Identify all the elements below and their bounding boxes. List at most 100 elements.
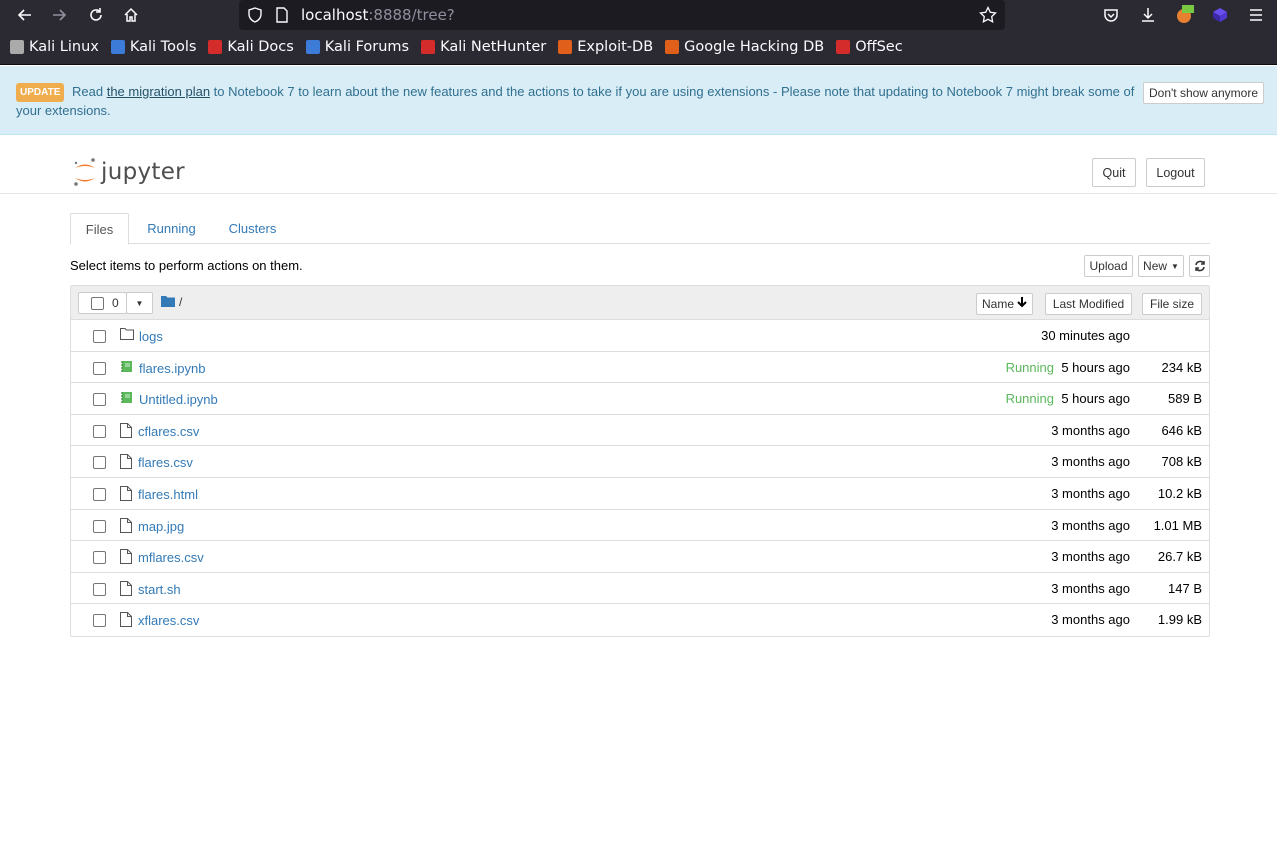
row-checkbox[interactable] — [93, 424, 106, 438]
file-size: 589 B — [1168, 391, 1202, 407]
update-banner: Read the migration plan to Notebook 7 to… — [0, 66, 1277, 135]
select-all-checkbox-group[interactable]: 0 — [78, 292, 127, 314]
page-icon[interactable] — [275, 7, 289, 28]
row-checkbox[interactable] — [93, 551, 106, 565]
last-modified: 3 months ago — [1051, 485, 1130, 501]
arrow-down-icon — [1017, 297, 1027, 311]
select-dropdown-button[interactable]: ▼ — [126, 292, 153, 314]
jupyter-logo[interactable]: jupyter — [73, 157, 185, 187]
last-modified: 5 hours ago — [1061, 359, 1130, 375]
select-all-checkbox[interactable] — [91, 296, 104, 310]
last-modified: 5 hours ago — [1061, 391, 1130, 407]
notebook-icon — [120, 360, 133, 376]
logout-button[interactable]: Logout — [1146, 158, 1205, 187]
sort-by-name-button[interactable]: Name — [976, 293, 1033, 315]
file-row[interactable]: cflares.csv 3 months ago 646 kB — [71, 415, 1209, 447]
download-icon[interactable] — [1133, 0, 1163, 30]
bookmark-item[interactable]: Kali Docs — [208, 39, 294, 55]
upload-button[interactable]: Upload — [1084, 255, 1133, 277]
folder-icon[interactable] — [161, 294, 175, 312]
bookmark-item[interactable]: Kali Tools — [110, 39, 197, 55]
burp-extension-icon[interactable] — [1169, 0, 1199, 30]
file-row[interactable]: start.sh 3 months ago 147 B — [71, 573, 1209, 605]
bookmark-label: Kali Tools — [129, 39, 197, 55]
new-dropdown-button[interactable]: New ▼ — [1138, 255, 1184, 277]
folder-icon — [120, 328, 134, 343]
row-checkbox[interactable] — [93, 361, 106, 375]
sort-by-file-size-button[interactable]: File size — [1142, 293, 1202, 315]
file-size: 234 kB — [1161, 359, 1202, 375]
bookmark-item[interactable]: OffSec — [836, 39, 903, 55]
bookmark-item[interactable]: Kali Linux — [10, 39, 99, 55]
file-name-link[interactable]: logs — [139, 329, 163, 344]
file-row[interactable]: mflares.csv 3 months ago 26.7 kB — [71, 541, 1209, 573]
row-checkbox[interactable] — [93, 330, 106, 343]
tab-files[interactable]: Files — [70, 213, 129, 245]
file-icon — [120, 517, 132, 536]
file-size: 147 B — [1168, 580, 1202, 596]
jupyter-logo-icon — [74, 158, 95, 186]
file-row[interactable]: logs 30 minutes ago — [71, 320, 1209, 352]
file-name-link[interactable]: flares.ipynb — [139, 361, 205, 376]
bookmark-item[interactable]: Exploit-DB — [558, 39, 653, 55]
tab-running[interactable]: Running — [138, 213, 205, 244]
file-name-link[interactable]: xflares.csv — [138, 613, 199, 628]
bookmark-favicon-icon — [558, 40, 573, 54]
last-modified: 3 months ago — [1051, 422, 1130, 438]
update-badge: UPDATE — [16, 83, 65, 102]
quit-button[interactable]: Quit — [1092, 158, 1136, 187]
row-checkbox[interactable] — [93, 393, 106, 407]
file-row[interactable]: Untitled.ipynb Running 5 hours ago 589 B — [71, 383, 1209, 415]
file-name-link[interactable]: mflares.csv — [138, 550, 204, 565]
file-name-link[interactable]: map.jpg — [138, 519, 184, 534]
bookmark-item[interactable]: Kali Forums — [305, 39, 409, 55]
refresh-button[interactable] — [1189, 255, 1210, 277]
pocket-icon[interactable] — [1096, 0, 1126, 30]
file-row[interactable]: flares.ipynb Running 5 hours ago 234 kB — [71, 352, 1209, 384]
forward-arrow-icon[interactable] — [45, 0, 75, 30]
file-size: 1.01 MB — [1153, 517, 1202, 533]
menu-hamburger-icon[interactable] — [1241, 0, 1271, 30]
row-checkbox[interactable] — [93, 614, 106, 628]
file-row[interactable]: flares.html 3 months ago 10.2 kB — [71, 478, 1209, 510]
url-text[interactable]: localhost:8888/tree? — [301, 6, 455, 24]
bookmark-favicon-icon — [665, 40, 680, 54]
bookmark-favicon-icon — [421, 40, 436, 54]
back-arrow-icon[interactable] — [9, 0, 39, 30]
file-size: 10.2 kB — [1157, 485, 1202, 501]
bookmark-favicon-icon — [110, 40, 125, 54]
file-name-link[interactable]: Untitled.ipynb — [139, 392, 218, 407]
file-row[interactable]: map.jpg 3 months ago 1.01 MB — [71, 510, 1209, 542]
row-checkbox[interactable] — [93, 582, 106, 596]
bookmarks-bar: Kali Linux Kali Tools Kali Docs Kali Forums… — [0, 30, 1277, 65]
file-name-link[interactable]: cflares.csv — [138, 424, 199, 439]
migration-plan-link[interactable]: the migration plan — [107, 84, 210, 99]
tab-clusters[interactable]: Clusters — [219, 213, 286, 244]
breadcrumb-root[interactable]: / — [179, 295, 182, 309]
jupyter-header: jupyter Quit Logout — [0, 135, 1277, 194]
last-modified: 3 months ago — [1051, 454, 1130, 470]
extension-cube-icon[interactable] — [1205, 0, 1235, 30]
bookmark-item[interactable]: Kali NetHunter — [421, 39, 546, 55]
home-icon[interactable] — [116, 0, 146, 30]
file-row[interactable]: xflares.csv 3 months ago 1.99 kB — [71, 604, 1209, 636]
file-row[interactable]: flares.csv 3 months ago 708 kB — [71, 446, 1209, 478]
file-icon — [120, 485, 132, 504]
banner-message: Read the migration plan to Notebook 7 to… — [16, 84, 1135, 118]
sort-by-last-modified-button[interactable]: Last Modified — [1045, 293, 1132, 315]
row-checkbox[interactable] — [93, 487, 106, 501]
file-size: 708 kB — [1161, 454, 1202, 470]
bookmark-item[interactable]: Google Hacking DB — [665, 39, 824, 55]
row-checkbox[interactable] — [93, 519, 106, 533]
file-name-link[interactable]: flares.csv — [138, 455, 193, 470]
shield-icon[interactable] — [247, 7, 263, 28]
bookmark-star-icon[interactable] — [979, 5, 997, 29]
row-checkbox[interactable] — [93, 456, 106, 470]
file-name-link[interactable]: flares.html — [138, 487, 198, 502]
file-icon — [120, 612, 132, 630]
file-name-link[interactable]: start.sh — [138, 582, 181, 597]
url-bar[interactable]: localhost:8888/tree? — [239, 0, 1005, 30]
reload-icon[interactable] — [81, 0, 111, 30]
dont-show-anymore-button[interactable]: Don't show anymore — [1143, 82, 1264, 104]
bookmark-favicon-icon — [10, 40, 24, 54]
